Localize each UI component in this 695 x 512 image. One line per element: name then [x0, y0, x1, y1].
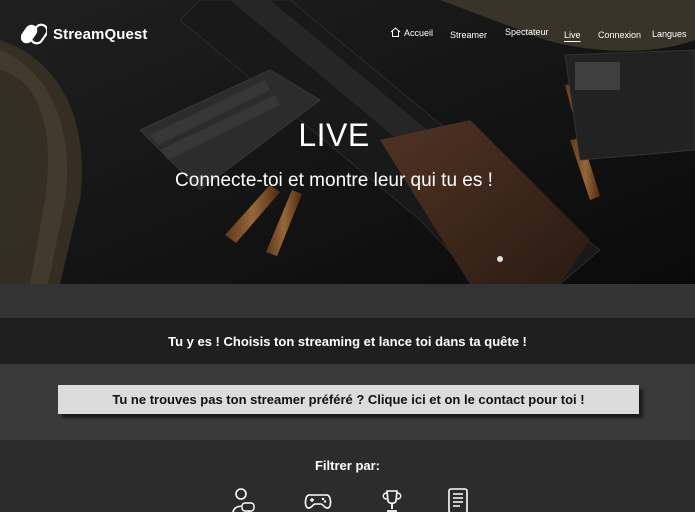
filter-title: Filtrer par: [314, 458, 380, 473]
trophy-icon[interactable] [378, 487, 406, 512]
filter-section [0, 440, 695, 512]
hero-banner: StreamQuest Accueil Streamer Spectateur … [0, 0, 695, 284]
intro-banner: Tu y es ! Choisis ton streaming et lance… [0, 318, 695, 364]
intro-banner-text: Tu y es ! Choisis ton streaming et lance… [168, 333, 527, 349]
home-icon [390, 27, 401, 37]
nav-item-label: Streamer [450, 30, 488, 40]
nav-item-label: Connexion [598, 30, 642, 40]
nav-item-live[interactable]: Live [564, 30, 581, 40]
nav-item-spectateur[interactable]: Spectateur [505, 27, 549, 37]
nav-item-accueil[interactable]: Accueil [390, 27, 433, 38]
hero-title: LIVE [298, 117, 370, 153]
nav-item-langues[interactable]: Langues [652, 29, 687, 39]
document-icon[interactable] [444, 487, 472, 512]
nav-item-label: Live [564, 30, 581, 40]
nav-item-connexion[interactable]: Connexion [598, 30, 641, 40]
nav-item-label: Accueil [404, 28, 434, 38]
nav-item-label: Langues [652, 29, 687, 39]
contact-streamer-button[interactable]: Tu ne trouves pas ton streamer préféré ?… [58, 385, 639, 414]
nav-item-label: Spectateur [505, 27, 549, 37]
hero-subtitle: Connecte-toi et montre leur qui tu es ! [175, 170, 493, 191]
main-nav: Accueil Streamer Spectateur Live Connexi… [0, 27, 695, 43]
streamer-gamer-icon[interactable] [228, 487, 256, 512]
section-spacer [0, 284, 695, 318]
carousel-indicator[interactable] [497, 256, 503, 262]
gamepad-icon[interactable] [304, 487, 332, 512]
nav-item-streamer[interactable]: Streamer [450, 30, 487, 40]
